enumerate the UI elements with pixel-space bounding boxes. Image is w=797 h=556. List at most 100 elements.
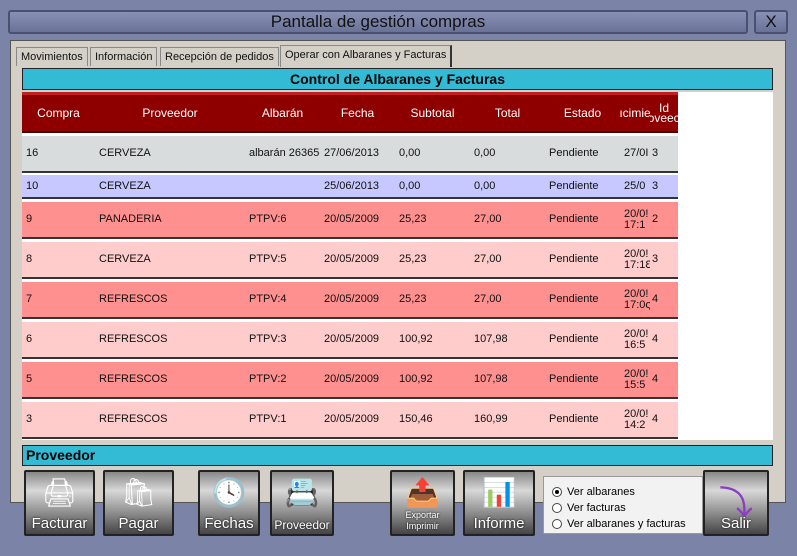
table-cell: 20/05/2009 [324, 413, 380, 425]
table-cell: Pendiente [549, 147, 599, 159]
table-cell: 20/0! 17:0ς [624, 287, 650, 311]
close-button[interactable]: X [754, 10, 788, 34]
table-cell: albarán 26365 [249, 147, 320, 159]
radio-unchecked-icon [552, 503, 562, 513]
export-print-icon: 📤 [405, 477, 440, 508]
table-cell: Pendiente [549, 333, 599, 345]
table-cell: 9 [26, 213, 33, 225]
column-header[interactable]: ıcimie [620, 92, 650, 133]
button-label: Salir [720, 515, 751, 532]
contact-card-icon: 📇 [284, 477, 320, 508]
table-cell: 150,46 [399, 413, 433, 425]
table-cell: PTPV:5 [249, 253, 287, 265]
table-cell: 27/06/2013 [324, 147, 380, 159]
table-cell: 3 [652, 179, 659, 192]
table-cell: Pendiente [549, 373, 599, 385]
table-cell: 27,00 [474, 253, 502, 265]
printer-icon: 🖨 [41, 477, 78, 508]
table-cell: 27,00 [474, 213, 502, 225]
table-cell: 2 [652, 213, 659, 225]
table-cell: REFRESCOS [99, 373, 168, 385]
table-cell: 4 [652, 413, 659, 425]
table-cell: 107,98 [474, 333, 508, 345]
window-title: Pantalla de gestión compras [8, 10, 748, 34]
column-header[interactable]: Estado [545, 92, 620, 133]
radio-label: Ver facturas [567, 502, 626, 514]
table-cell: REFRESCOS [99, 413, 168, 425]
table-cell: 8 [26, 253, 33, 265]
table-cell: 20/05/2009 [324, 333, 380, 345]
table-cell: Pendiente [549, 179, 599, 192]
column-header[interactable]: Fecha [320, 92, 395, 133]
table-cell: PTPV:2 [249, 373, 287, 385]
tab-operar-albaranes-facturas[interactable]: Operar con Albaranes y Facturas [280, 45, 453, 67]
informe-button[interactable]: 📊 Informe [463, 470, 535, 536]
table-cell: CERVEZA [99, 147, 151, 159]
table-cell: 100,92 [399, 373, 433, 385]
salir-button[interactable]: ⤵ Salir [703, 470, 769, 536]
table-cell: 25/0 [624, 179, 646, 192]
fechas-button[interactable]: 🕓 Fechas [198, 470, 260, 536]
button-label: Proveedor [274, 518, 330, 532]
table-cell: PTPV:3 [249, 333, 287, 345]
table-cell: CERVEZA [99, 253, 151, 265]
table-cell: REFRESCOS [99, 333, 168, 345]
tab-movimientos[interactable]: Movimientos [16, 47, 88, 66]
purchases-table: Compra Proveedor Albarán Fecha Subtotal Total… [22, 92, 773, 440]
table-cell: 20/0! 17:1Ɛ [624, 247, 650, 271]
table-cell: 16 [26, 147, 39, 159]
table-cell: 27/0I [624, 147, 649, 159]
table-cell: 20/05/2009 [324, 373, 380, 385]
radio-ver-albaranes-y-facturas[interactable]: Ver albaranes y facturas [552, 518, 686, 530]
column-header[interactable]: Compra [22, 92, 95, 133]
table-cell: PTPV:6 [249, 213, 287, 225]
table-cell: 0,00 [399, 179, 421, 192]
facturar-button[interactable]: 🖨 Facturar [24, 470, 95, 536]
table-cell: 20/05/2009 [324, 293, 380, 305]
table-cell: 0,00 [474, 147, 496, 159]
radio-label: Ver albaranes [567, 486, 635, 498]
table-cell: 100,92 [399, 333, 433, 345]
table-cell: 4 [652, 293, 659, 305]
table-cell: 25,23 [399, 293, 427, 305]
proveedor-label: Proveedor [22, 445, 773, 466]
table-cell: Pendiente [549, 293, 599, 305]
radio-unchecked-icon [552, 519, 562, 529]
proveedor-button[interactable]: 📇 Proveedor [270, 470, 334, 536]
table-cell: 20/05/2009 [324, 213, 380, 225]
shopping-bag-icon: 🛍 [120, 477, 157, 508]
table-cell: 27,00 [474, 293, 502, 305]
table-cell: 25,23 [399, 213, 427, 225]
exportar-button[interactable]: 📤 Exportar Imprimir [390, 470, 455, 536]
column-header[interactable]: Albarán [245, 92, 320, 133]
table-cell: 25,23 [399, 253, 427, 265]
column-header[interactable]: Subtotal [395, 92, 470, 133]
table-cell: 6 [26, 333, 33, 345]
table-cell: Pendiente [549, 213, 599, 225]
table-cell [245, 175, 320, 197]
table-cell: PTPV:1 [249, 413, 287, 425]
button-label: Fechas [204, 515, 254, 532]
table-cell: 4 [652, 373, 659, 385]
table-cell: 20/0! 15:5 [624, 367, 649, 391]
button-label: Facturar [31, 515, 88, 532]
table-cell: 3 [26, 413, 33, 425]
section-title: Control de Albaranes y Facturas [22, 68, 773, 90]
table-cell: 20/0! 14:2 [624, 407, 649, 431]
radio-ver-albaranes[interactable]: Ver albaranes [552, 486, 635, 498]
radio-checked-icon [552, 487, 562, 497]
column-header[interactable]: Id ɔveec [650, 92, 678, 133]
radio-label: Ver albaranes y facturas [567, 518, 686, 530]
table-cell: PANADERIA [99, 213, 162, 225]
table-cell: 20/05/2009 [324, 253, 380, 265]
table-cell: 0,00 [399, 147, 421, 159]
table-cell: 0,00 [474, 179, 496, 192]
radio-ver-facturas[interactable]: Ver facturas [552, 502, 626, 514]
pagar-button[interactable]: 🛍 Pagar [103, 470, 174, 536]
tab-informacion[interactable]: Información [90, 47, 158, 66]
tab-recepcion-pedidos[interactable]: Recepción de pedidos [160, 47, 279, 66]
column-header[interactable]: Proveedor [95, 92, 245, 133]
table-cell: PTPV:4 [249, 293, 287, 305]
column-header[interactable]: Total [470, 92, 545, 133]
table-cell: 20/0! 17:1 [624, 207, 649, 231]
